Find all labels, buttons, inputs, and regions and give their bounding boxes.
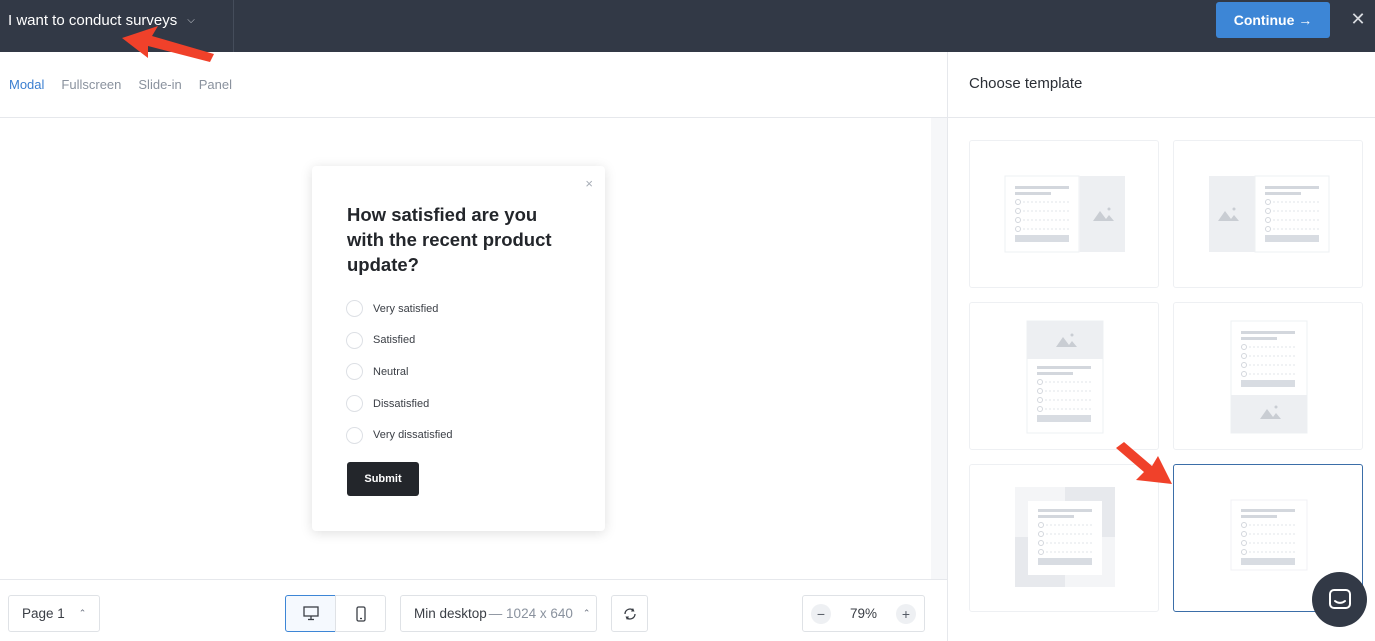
survey-question: How satisfied are you with the recent pr… [347,204,552,275]
scrollbar[interactable] [931,118,947,579]
survey-options: Very satisfied Satisfied Neutral Dissati… [346,293,452,451]
panel-title: Choose template [969,75,1083,92]
template-thumbnail-icon [1209,175,1330,253]
chat-icon [1328,588,1351,609]
radio-icon [346,363,363,381]
template-form-background[interactable] [969,464,1159,612]
template-thumbnail-icon [1026,320,1104,434]
divider [233,0,234,52]
tab-slide-in[interactable]: Slide-in [138,77,181,92]
template-thumbnail-icon [1230,320,1308,434]
viewport-size-selector[interactable]: Min desktop — 1024 x 640 ⌃ [400,595,597,632]
size-dimensions: — 1024 x 640 [488,606,573,621]
chevron-up-icon: ⌃ [582,608,591,618]
chevron-up-icon: ⌃ [78,608,87,618]
radio-icon [346,426,363,444]
option-very-satisfied[interactable]: Very satisfied [346,293,452,325]
desktop-view-button[interactable] [285,595,336,632]
close-icon[interactable]: ✕ [1348,8,1368,30]
option-label: Neutral [373,365,409,378]
template-form-left-image-right[interactable] [969,140,1159,288]
radio-icon [346,331,363,349]
template-form-top-image-bottom[interactable] [1173,302,1363,450]
submit-button[interactable]: Submit [347,462,419,496]
zoom-value: 79% [849,606,878,621]
mobile-view-button[interactable] [335,595,386,632]
divider [948,117,1375,118]
zoom-out-button[interactable]: − [811,603,831,624]
size-label: Min desktop [414,606,487,621]
mobile-icon [355,605,366,622]
option-satisfied[interactable]: Satisfied [346,325,452,357]
desktop-icon [302,606,319,621]
close-icon[interactable]: × [585,176,593,191]
option-label: Dissatisfied [373,397,430,410]
chevron-down-icon: ⌵ [187,14,195,26]
zoom-control: − 79% + [802,595,925,632]
page-label: Page 1 [22,606,65,621]
option-label: Very dissatisfied [373,429,453,442]
radio-icon [346,300,363,318]
template-image-left-form-right[interactable] [1173,140,1363,288]
template-thumbnail-icon [1004,175,1125,253]
rotate-icon [623,607,636,620]
template-thumbnail-icon [1015,487,1115,587]
option-dissatisfied[interactable]: Dissatisfied [346,388,452,420]
chat-launcher[interactable] [1312,572,1367,627]
option-very-dissatisfied[interactable]: Very dissatisfied [346,419,452,451]
tab-panel[interactable]: Panel [199,77,232,92]
goal-selector[interactable]: I want to conduct surveys ⌵ [8,10,195,30]
divider [947,52,948,641]
option-label: Very satisfied [373,302,439,315]
bottom-toolbar: Page 1 ⌃ Min desktop — 1024 x 640 ⌃ − 79… [0,579,947,641]
device-toggle [285,595,386,632]
option-neutral[interactable]: Neutral [346,356,452,388]
top-bar: I want to conduct surveys ⌵ Continue → ✕ [0,0,1375,52]
goal-label: I want to conduct surveys [8,11,178,29]
zoom-in-button[interactable]: + [896,603,916,624]
continue-button[interactable]: Continue → [1216,2,1330,38]
tab-fullscreen[interactable]: Fullscreen [61,77,121,92]
radio-icon [346,395,363,413]
tab-modal[interactable]: Modal [9,77,44,92]
rotate-button[interactable] [611,595,648,632]
page-selector[interactable]: Page 1 ⌃ [8,595,100,632]
option-label: Satisfied [373,334,416,347]
display-type-tabs: Modal Fullscreen Slide-in Panel [0,52,947,118]
survey-modal-preview: × How satisfied are you with the recent … [312,166,605,531]
template-image-top-form-bottom[interactable] [969,302,1159,450]
